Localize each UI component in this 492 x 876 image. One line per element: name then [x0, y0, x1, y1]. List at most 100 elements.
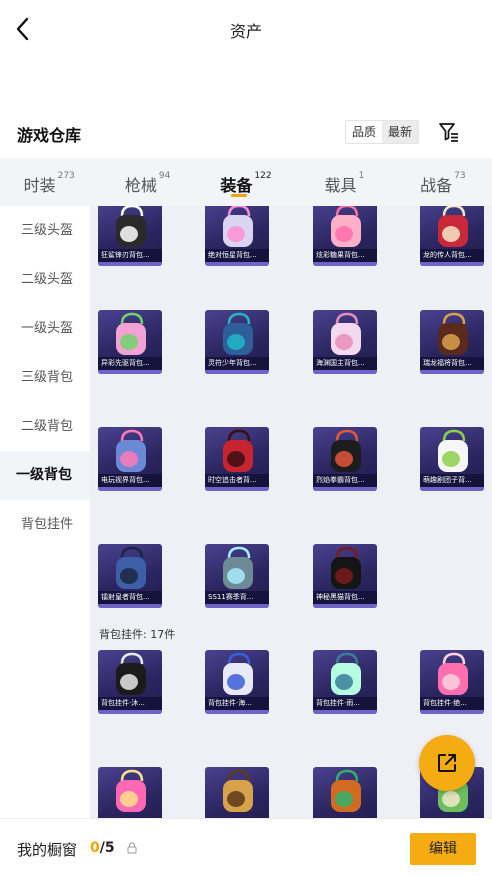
- showcase-count: 0/5: [90, 840, 115, 856]
- backpack-card[interactable]: 绝对恒星背包...: [205, 206, 269, 266]
- backpack-card[interactable]: 镭射皇者背包...: [98, 544, 162, 608]
- rarity-bar: [313, 370, 377, 374]
- item-name: 时空追击者背...: [205, 474, 269, 487]
- item-name: 龙的传人背包...: [420, 249, 484, 262]
- tab-equipment[interactable]: 装备 122: [197, 158, 295, 206]
- backpack-card[interactable]: 灵符少年背包...: [205, 310, 269, 374]
- rarity-bar: [98, 487, 162, 491]
- rarity-bar: [205, 487, 269, 491]
- backpack-card[interactable]: 时空追击者背...: [205, 427, 269, 491]
- item-image: [223, 206, 253, 247]
- charms-group-label: 背包挂件: 17件: [99, 628, 176, 641]
- backpack-card[interactable]: 电玩视界背包...: [98, 427, 162, 491]
- item-image: [438, 312, 468, 355]
- warehouse-header: 游戏仓库 品质 最新: [0, 116, 492, 150]
- rarity-bar: [98, 262, 162, 266]
- item-image: [331, 652, 361, 695]
- item-image: [223, 546, 253, 589]
- edit-button[interactable]: 编辑: [410, 833, 476, 865]
- item-image: [331, 546, 361, 589]
- item-name: 背包挂件·沐...: [98, 697, 162, 710]
- filter-icon[interactable]: [437, 120, 461, 144]
- rarity-bar: [205, 262, 269, 266]
- item-name: 背包挂件·绝...: [420, 697, 484, 710]
- side-item-level1-helmet[interactable]: 一级头盔: [0, 304, 90, 353]
- category-tabs: 时装 273 枪械 94 装备 122 载具 1 战备 73: [0, 158, 492, 206]
- tab-count: 273: [57, 171, 75, 181]
- charm-card[interactable]: 背包挂件·雨...: [313, 650, 377, 714]
- showcase-current: 0: [90, 840, 100, 856]
- backpack-card[interactable]: 萌趣剧团子背...: [420, 427, 484, 491]
- item-image: [331, 429, 361, 472]
- side-item-level1-backpack[interactable]: 一级背包: [0, 451, 90, 500]
- charm-card[interactable]: 背包挂件·沐...: [98, 650, 162, 714]
- tab-count: 1: [358, 171, 365, 181]
- item-name: 烈焰拳霸背包...: [313, 474, 377, 487]
- item-name: 瑞龙福将背包...: [420, 357, 484, 370]
- tab-count: 122: [254, 171, 272, 181]
- backpack-card[interactable]: 炫彩糖果背包...: [313, 206, 377, 266]
- rarity-bar: [205, 370, 269, 374]
- charm-card[interactable]: 背包挂件·绝...: [420, 650, 484, 714]
- rarity-bar: [420, 710, 484, 714]
- tab-count: 73: [454, 171, 466, 181]
- charm-card[interactable]: [313, 767, 377, 818]
- rarity-bar: [420, 370, 484, 374]
- item-image: [331, 312, 361, 355]
- item-image: [116, 206, 146, 247]
- side-item-level2-backpack[interactable]: 二级背包: [0, 402, 90, 451]
- item-name: 背包挂件·雨...: [313, 697, 377, 710]
- charm-card[interactable]: 背包挂件·海...: [205, 650, 269, 714]
- side-item-level3-backpack[interactable]: 三级背包: [0, 353, 90, 402]
- warehouse-title: 游戏仓库: [17, 126, 82, 145]
- sort-toggle: 品质 最新: [345, 120, 420, 144]
- side-item-level2-helmet[interactable]: 二级头盔: [0, 255, 90, 304]
- item-image: [116, 652, 146, 695]
- tab-supplies[interactable]: 战备 73: [394, 158, 492, 206]
- showcase-bar: 我的橱窗 0/5 编辑: [0, 818, 492, 876]
- page-title: 资产: [229, 22, 262, 41]
- item-grid: 背包挂件: 17件 狂鲨锋刃背包... 绝对恒星背包... 炫彩糖果背包... 龙的传…: [90, 206, 492, 818]
- item-image: [223, 429, 253, 472]
- side-item-backpack-charms[interactable]: 背包挂件: [0, 500, 90, 549]
- charm-card[interactable]: [205, 767, 269, 818]
- item-name: SS11赛季背...: [205, 591, 269, 604]
- tab-vehicles[interactable]: 载具 1: [295, 158, 393, 206]
- item-name: 萌趣剧团子背...: [420, 474, 484, 487]
- share-icon: [438, 754, 456, 772]
- rarity-bar: [313, 262, 377, 266]
- item-image: [223, 652, 253, 695]
- showcase-title: 我的橱窗: [17, 841, 78, 859]
- backpack-card[interactable]: 龙的传人背包...: [420, 206, 484, 266]
- item-name: 异彩先驱背包...: [98, 357, 162, 370]
- charm-card[interactable]: [98, 767, 162, 818]
- rarity-bar: [313, 710, 377, 714]
- backpack-card[interactable]: 烈焰拳霸背包...: [313, 427, 377, 491]
- backpack-card[interactable]: 异彩先驱背包...: [98, 310, 162, 374]
- item-image: [438, 429, 468, 472]
- equipment-subcategory-nav: 三级头盔 二级头盔 一级头盔 三级背包 二级背包 一级背包 背包挂件: [0, 206, 90, 818]
- rarity-bar: [205, 710, 269, 714]
- backpack-card[interactable]: SS11赛季背...: [205, 544, 269, 608]
- rarity-bar: [205, 604, 269, 608]
- sort-newest-button[interactable]: 最新: [382, 121, 419, 143]
- share-button[interactable]: [419, 735, 475, 791]
- backpack-card[interactable]: 海渊国主背包...: [313, 310, 377, 374]
- item-name: 炫彩糖果背包...: [313, 249, 377, 262]
- side-item-level3-helmet[interactable]: 三级头盔: [0, 206, 90, 255]
- item-image: [438, 206, 468, 247]
- backpack-card[interactable]: 瑞龙福将背包...: [420, 310, 484, 374]
- tab-firearms[interactable]: 枪械 94: [98, 158, 196, 206]
- tab-label: 枪械: [124, 176, 157, 195]
- tab-label: 载具: [324, 176, 357, 195]
- item-name: 狂鲨锋刃背包...: [98, 249, 162, 262]
- item-image: [331, 206, 361, 247]
- backpack-card[interactable]: 神秘黑猫背包...: [313, 544, 377, 608]
- rarity-bar: [98, 604, 162, 608]
- rarity-bar: [98, 710, 162, 714]
- tab-fashion[interactable]: 时装 273: [0, 158, 98, 206]
- sort-quality-button[interactable]: 品质: [346, 121, 383, 143]
- tab-count: 94: [158, 171, 171, 181]
- item-image: [116, 769, 146, 812]
- backpack-card[interactable]: 狂鲨锋刃背包...: [98, 206, 162, 266]
